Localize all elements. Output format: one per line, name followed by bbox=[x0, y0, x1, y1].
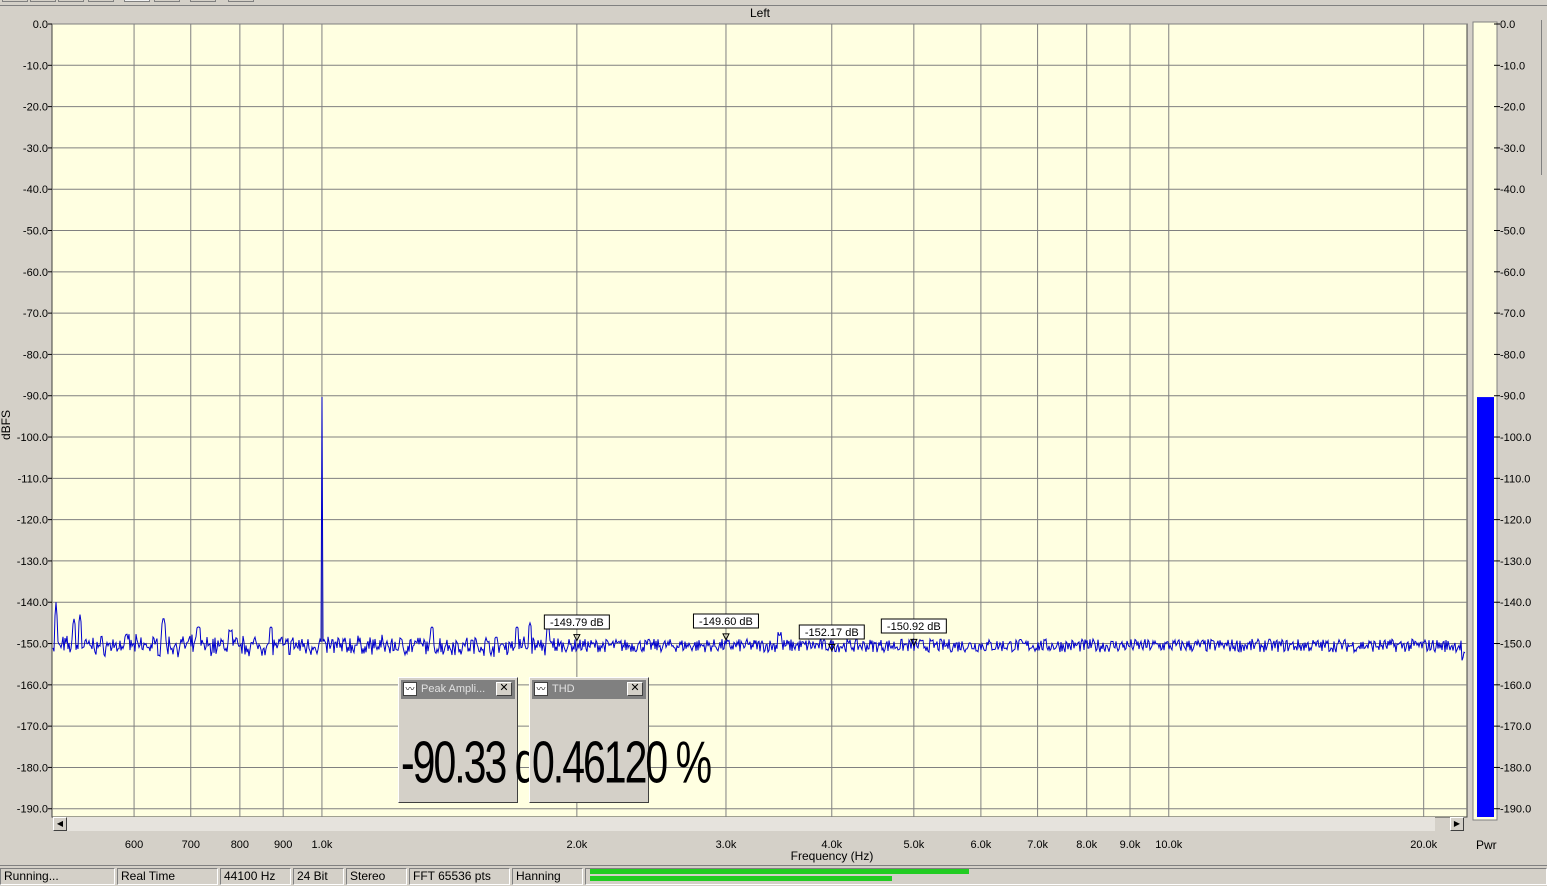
status-mode: Real Time bbox=[117, 868, 218, 885]
x-tick-label: 20.0k bbox=[1410, 839, 1437, 851]
plot-area bbox=[51, 23, 1468, 818]
meter-tick-label: -40.0 bbox=[1500, 184, 1525, 196]
meter-tick-label: -80.0 bbox=[1500, 349, 1525, 361]
x-axis: 600 700 800 900 1.0k 2.0k 3.0k 4.0k 5.0k 6.0k 7.0k… bbox=[125, 839, 1438, 851]
x-tick-label: 600 bbox=[125, 839, 143, 851]
y-tick-label: -70.0 bbox=[23, 308, 48, 320]
meter-tick-label: -120.0 bbox=[1500, 515, 1531, 527]
meter-tick-label: -190.0 bbox=[1500, 804, 1531, 816]
meter-tick-label: -160.0 bbox=[1500, 680, 1531, 692]
meter-tick-label: -20.0 bbox=[1500, 102, 1525, 114]
meter-tick-label: -100.0 bbox=[1500, 432, 1531, 444]
x-tick-label: 1.0k bbox=[312, 839, 333, 851]
close-icon[interactable]: ✕ bbox=[496, 682, 512, 696]
marker-label: -149.79 dB bbox=[550, 617, 604, 629]
meter-tick-label: -70.0 bbox=[1500, 308, 1525, 320]
y-tick-label: -190.0 bbox=[17, 804, 48, 816]
x-tick-label: 2.0k bbox=[566, 839, 587, 851]
widget-title: THD bbox=[552, 683, 575, 695]
status-sample-rate: 44100 Hz bbox=[220, 868, 291, 885]
x-tick-label: 7.0k bbox=[1027, 839, 1048, 851]
y-axis: 0.0 -10.0 -20.0 -30.0 -40.0 -50.0 -60.0 -70.0 -8… bbox=[17, 19, 52, 816]
status-fft-size: FFT 65536 pts bbox=[409, 868, 510, 885]
y-tick-label: -90.0 bbox=[23, 391, 48, 403]
status-channels: Stereo bbox=[346, 868, 407, 885]
meter-tick-label: -170.0 bbox=[1500, 721, 1531, 733]
spectrum-chart: 0.0 -10.0 -20.0 -30.0 -40.0 -50.0 -60.0 -70.0 -8… bbox=[0, 19, 1531, 863]
waveform-icon: 〰 bbox=[403, 682, 417, 696]
y-tick-label: -30.0 bbox=[23, 143, 48, 155]
peak-amplitude-widget[interactable]: 〰 Peak Ampli... ✕ -90.33 dBFS bbox=[398, 677, 611, 803]
meter-tick-label: -180.0 bbox=[1500, 762, 1531, 774]
horizontal-scrollbar[interactable] bbox=[67, 817, 1435, 831]
power-meter-scale: 0.0 -10.0 -20.0 -30.0 -40.0 -50.0 -60.0 -70.0 -8… bbox=[1494, 19, 1531, 816]
input-level-bar bbox=[590, 876, 892, 881]
y-tick-label: 0.0 bbox=[33, 19, 48, 31]
x-tick-label: 3.0k bbox=[716, 839, 737, 851]
x-tick-label: 800 bbox=[231, 839, 249, 851]
x-axis-label: Frequency (Hz) bbox=[791, 849, 874, 863]
scroll-right-button[interactable]: ▶ bbox=[1450, 817, 1464, 831]
meter-tick-label: 0.0 bbox=[1500, 19, 1515, 31]
x-tick-label: 9.0k bbox=[1120, 839, 1141, 851]
y-tick-label: -180.0 bbox=[17, 762, 48, 774]
input-level-bar bbox=[590, 869, 969, 874]
x-tick-label: 8.0k bbox=[1076, 839, 1097, 851]
y-tick-label: -140.0 bbox=[17, 597, 48, 609]
x-tick-label: 6.0k bbox=[970, 839, 991, 851]
power-meter-label: Pwr bbox=[1476, 838, 1497, 852]
widget-titlebar[interactable]: 〰 THD ✕ bbox=[532, 680, 646, 699]
y-tick-label: -80.0 bbox=[23, 349, 48, 361]
y-tick-label: -60.0 bbox=[23, 267, 48, 279]
y-tick-label: -170.0 bbox=[17, 721, 48, 733]
y-tick-label: -20.0 bbox=[23, 102, 48, 114]
scroll-left-button[interactable]: ◀ bbox=[53, 817, 67, 831]
marker-label: -150.92 dB bbox=[887, 621, 941, 633]
x-tick-label: 10.0k bbox=[1155, 839, 1182, 851]
meter-tick-label: -150.0 bbox=[1500, 639, 1531, 651]
marker-label: -152.17 dB bbox=[805, 627, 859, 639]
meter-tick-label: -10.0 bbox=[1500, 60, 1525, 72]
x-tick-label: 900 bbox=[274, 839, 292, 851]
marker-label: -149.60 dB bbox=[699, 616, 753, 628]
status-state: Running... bbox=[0, 868, 115, 885]
waveform-icon: 〰 bbox=[534, 682, 548, 696]
x-tick-label: 700 bbox=[182, 839, 200, 851]
thd-value: 0.46120 % bbox=[532, 728, 712, 796]
meter-tick-label: -130.0 bbox=[1500, 556, 1531, 568]
y-tick-label: -10.0 bbox=[23, 60, 48, 72]
y-axis-label: dBFS bbox=[0, 410, 13, 440]
y-tick-label: -50.0 bbox=[23, 226, 48, 238]
y-tick-label: -150.0 bbox=[17, 639, 48, 651]
x-tick-label: 5.0k bbox=[903, 839, 924, 851]
y-tick-label: -40.0 bbox=[23, 184, 48, 196]
close-icon[interactable]: ✕ bbox=[627, 682, 643, 696]
meter-tick-label: -140.0 bbox=[1500, 597, 1531, 609]
y-tick-label: -100.0 bbox=[17, 432, 48, 444]
side-scrollbar[interactable] bbox=[1541, 20, 1547, 175]
meter-tick-label: -90.0 bbox=[1500, 391, 1525, 403]
y-tick-label: -130.0 bbox=[17, 556, 48, 568]
widget-title: Peak Ampli... bbox=[421, 683, 486, 695]
meter-tick-label: -30.0 bbox=[1500, 143, 1525, 155]
meter-tick-label: -50.0 bbox=[1500, 226, 1525, 238]
meter-tick-label: -110.0 bbox=[1500, 473, 1530, 485]
thd-widget[interactable]: 〰 THD ✕ 0.46120 % bbox=[529, 677, 712, 803]
status-bit-depth: 24 Bit bbox=[293, 868, 344, 885]
widget-titlebar[interactable]: 〰 Peak Ampli... ✕ bbox=[401, 680, 515, 699]
peak-amplitude-value: -90.33 dBFS bbox=[401, 728, 611, 796]
y-tick-label: -160.0 bbox=[17, 680, 48, 692]
power-meter-bar bbox=[1477, 397, 1494, 817]
meter-tick-label: -60.0 bbox=[1500, 267, 1525, 279]
y-tick-label: -120.0 bbox=[17, 515, 48, 527]
status-window: Hanning bbox=[512, 868, 583, 885]
y-tick-label: -110.0 bbox=[18, 473, 48, 485]
